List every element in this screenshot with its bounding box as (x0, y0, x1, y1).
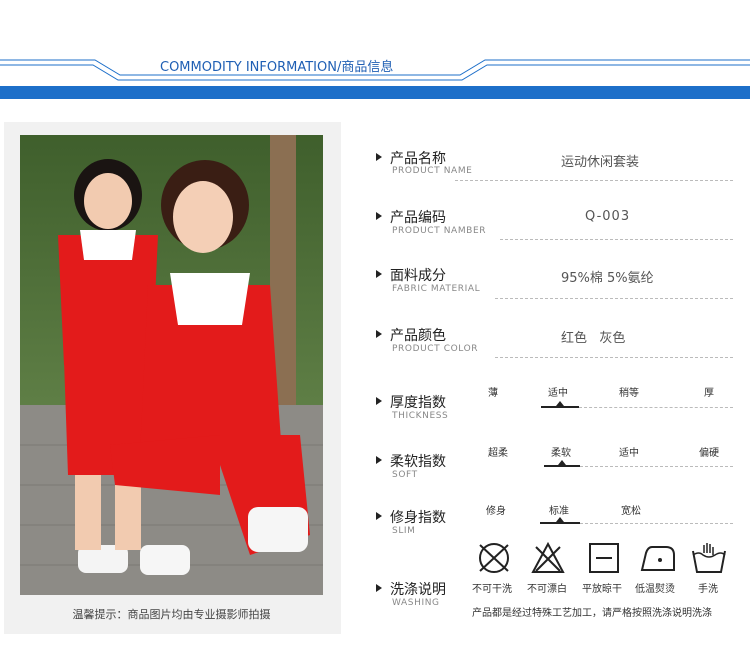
spec-value-fabric: 95%棉 5%氨纶 (561, 271, 654, 286)
washing-label: 洗涤说明 (390, 582, 446, 598)
thickness-option: 稍等 (619, 388, 639, 399)
spec-sub-code: PRODUCT NAMBER (392, 226, 487, 236)
arrow-icon (376, 397, 382, 405)
selected-marker-icon (558, 460, 566, 465)
wash-label-flat-dry: 平放晾干 (582, 584, 622, 595)
soft-option: 偏硬 (699, 448, 719, 459)
product-photo (20, 135, 323, 595)
spec-sub-name: PRODUCT NAME (392, 166, 473, 176)
scale-label-soft: 柔软指数 (390, 454, 446, 470)
selected-marker-icon (556, 401, 564, 406)
divider (579, 407, 733, 408)
spec-value-name: 运动休闲套装 (561, 155, 640, 170)
selected-indicator (544, 465, 580, 467)
arrow-icon (376, 153, 382, 161)
slim-option-selected: 标准 (549, 506, 569, 517)
selected-indicator (541, 406, 579, 408)
divider (500, 239, 733, 240)
header-bar (0, 86, 750, 99)
spec-label-color: 产品颜色 (390, 328, 446, 344)
divider (580, 523, 733, 524)
scale-sub-slim: SLIM (392, 526, 416, 536)
page-title: COMMODITY INFORMATION/商品信息 (160, 60, 394, 75)
no-tumble-dry-icon (479, 543, 509, 573)
arrow-icon (376, 212, 382, 220)
spec-label-code: 产品编码 (390, 210, 446, 226)
spec-sub-fabric: FABRIC MATERIAL (392, 284, 481, 294)
divider (495, 357, 733, 358)
wash-label-no-dry: 不可干洗 (472, 584, 512, 595)
arrow-icon (376, 584, 382, 592)
no-bleach-icon (531, 541, 565, 573)
selected-marker-icon (556, 517, 564, 522)
thickness-option-selected: 适中 (548, 388, 568, 399)
arrow-icon (376, 456, 382, 464)
spec-value-color: 红色 灰色 (561, 331, 626, 346)
scale-label-slim: 修身指数 (390, 510, 446, 526)
wash-label-hand-wash: 手洗 (698, 584, 718, 595)
thickness-option: 薄 (488, 388, 498, 399)
photo-caption: 温馨提示：商品图片均由专业摄影师拍摄 (72, 608, 271, 621)
low-iron-icon (640, 546, 675, 571)
hand-wash-icon (692, 543, 726, 573)
soft-option-selected: 柔软 (551, 448, 571, 459)
thickness-option: 厚 (704, 388, 714, 399)
wash-label-no-bleach: 不可漂白 (527, 584, 567, 595)
spec-label-fabric: 面料成分 (390, 268, 446, 284)
arrow-icon (376, 512, 382, 520)
spec-sub-color: PRODUCT COLOR (392, 344, 479, 354)
washing-sub: WASHING (392, 598, 440, 608)
divider (580, 466, 733, 467)
scale-sub-thickness: THICKNESS (392, 411, 449, 421)
wash-label-low-iron: 低温熨烫 (635, 584, 675, 595)
flat-dry-icon (589, 543, 619, 573)
soft-option: 超柔 (488, 448, 508, 459)
slim-option: 宽松 (621, 506, 641, 517)
arrow-icon (376, 270, 382, 278)
slim-option: 修身 (486, 506, 506, 517)
selected-indicator (540, 522, 580, 524)
divider (495, 298, 733, 299)
spec-value-code: Q-003 (585, 209, 631, 224)
arrow-icon (376, 330, 382, 338)
scale-sub-soft: SOFT (392, 470, 418, 480)
scale-label-thickness: 厚度指数 (390, 395, 446, 411)
washing-note: 产品都是经过特殊工艺加工，请严格按照洗涤说明洗涤 (472, 608, 712, 619)
soft-option: 适中 (619, 448, 639, 459)
divider (455, 180, 733, 181)
spec-label-name: 产品名称 (390, 151, 446, 167)
